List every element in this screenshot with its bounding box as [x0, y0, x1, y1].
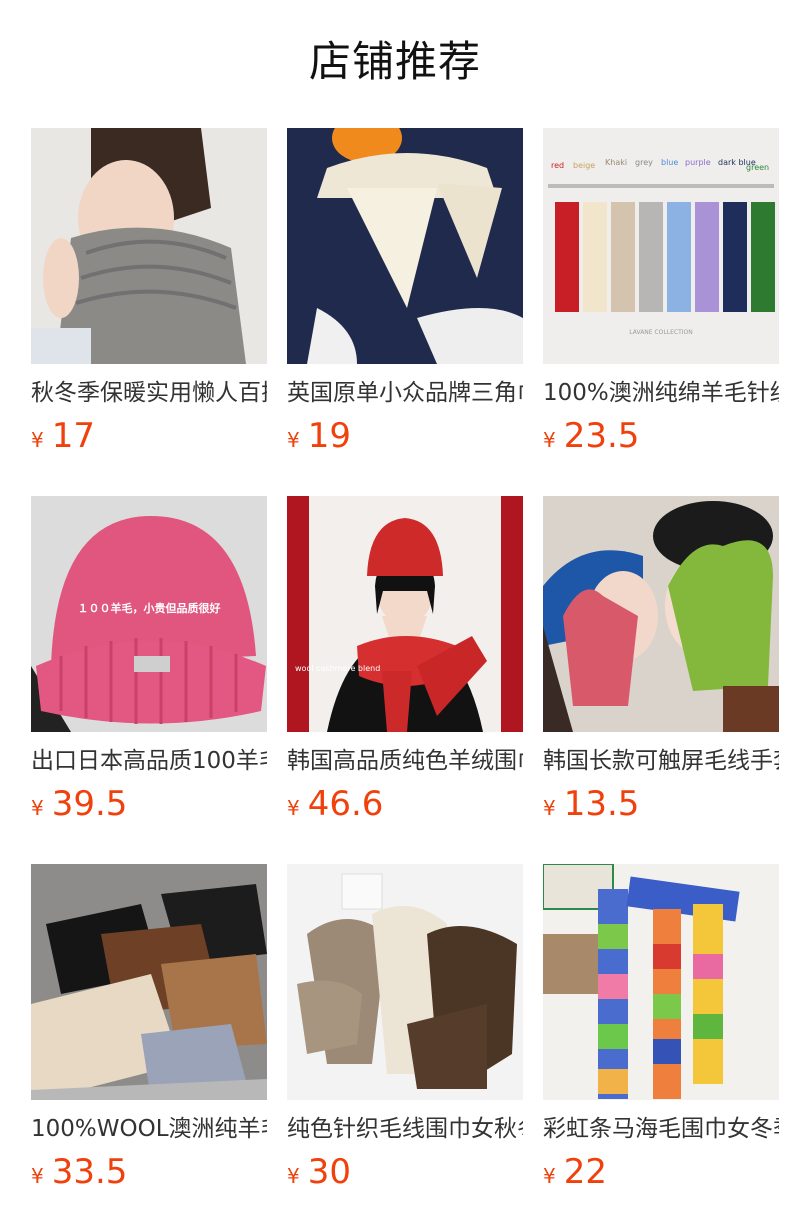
product-grid: 秋冬季保暖实用懒人百搭围脖 ¥ 17 英国原单小众品牌三角巾 ¥ 19	[0, 128, 790, 1232]
product-title[interactable]: 秋冬季保暖实用懒人百搭围脖	[31, 378, 267, 408]
svg-text:grey: grey	[635, 158, 653, 167]
product-card[interactable]: 韩国长款可触屏毛线手套 ¥ 13.5	[543, 496, 779, 864]
product-price: ¥ 33.5	[31, 1152, 267, 1192]
product-card[interactable]: 秋冬季保暖实用懒人百搭围脖 ¥ 17	[31, 128, 267, 496]
product-image[interactable]	[31, 128, 267, 364]
price-value: 46.6	[307, 784, 384, 824]
product-image[interactable]: red beige Khaki grey blue purple dark bl…	[543, 128, 779, 364]
price-value: 13.5	[563, 784, 640, 824]
price-value: 39.5	[51, 784, 128, 824]
product-price: ¥ 30	[287, 1152, 523, 1192]
product-title[interactable]: 100%澳洲纯绵羊毛针织围巾	[543, 378, 779, 408]
currency-symbol: ¥	[543, 428, 556, 452]
price-value: 22	[563, 1152, 607, 1192]
product-price: ¥ 13.5	[543, 784, 779, 824]
product-image[interactable]: wool cashmere blend	[287, 496, 523, 732]
product-title[interactable]: 韩国高品质纯色羊绒围巾	[287, 746, 523, 776]
product-title[interactable]: 彩虹条马海毛围巾女冬季	[543, 1114, 779, 1144]
product-image[interactable]	[543, 864, 779, 1100]
svg-text:purple: purple	[685, 158, 711, 167]
product-image[interactable]	[31, 864, 267, 1100]
price-value: 33.5	[51, 1152, 128, 1192]
svg-text:Khaki: Khaki	[605, 158, 627, 167]
price-value: 23.5	[563, 416, 640, 456]
currency-symbol: ¥	[543, 796, 556, 820]
svg-text:green: green	[746, 163, 769, 172]
currency-symbol: ¥	[543, 1164, 556, 1188]
product-card[interactable]: 纯色针织毛线围巾女秋冬 ¥ 30	[287, 864, 523, 1232]
product-image[interactable]: １００羊毛，小贵但品质很好	[31, 496, 267, 732]
product-image[interactable]	[543, 496, 779, 732]
svg-text:blue: blue	[661, 158, 678, 167]
currency-symbol: ¥	[31, 1164, 44, 1188]
svg-text:１００羊毛，小贵但品质很好: １００羊毛，小贵但品质很好	[78, 601, 221, 615]
product-title[interactable]: 纯色针织毛线围巾女秋冬	[287, 1114, 523, 1144]
product-card[interactable]: wool cashmere blend 韩国高品质纯色羊绒围巾 ¥ 46.6	[287, 496, 523, 864]
product-price: ¥ 22	[543, 1152, 779, 1192]
price-value: 19	[307, 416, 351, 456]
product-title[interactable]: 出口日本高品质100羊毛帽	[31, 746, 267, 776]
product-price: ¥ 23.5	[543, 416, 779, 456]
currency-symbol: ¥	[287, 428, 300, 452]
currency-symbol: ¥	[31, 428, 44, 452]
currency-symbol: ¥	[287, 1164, 300, 1188]
product-price: ¥ 19	[287, 416, 523, 456]
product-title[interactable]: 100%WOOL澳洲纯羊毛围巾	[31, 1114, 267, 1144]
product-image[interactable]	[287, 864, 523, 1100]
currency-symbol: ¥	[287, 796, 300, 820]
product-title[interactable]: 英国原单小众品牌三角巾	[287, 378, 523, 408]
price-value: 30	[307, 1152, 351, 1192]
product-image[interactable]	[287, 128, 523, 364]
svg-text:red: red	[551, 161, 564, 170]
currency-symbol: ¥	[31, 796, 44, 820]
svg-text:beige: beige	[573, 161, 595, 170]
product-price: ¥ 17	[31, 416, 267, 456]
page-title: 店铺推荐	[308, 36, 481, 86]
product-card[interactable]: red beige Khaki grey blue purple dark bl…	[543, 128, 779, 496]
svg-text:wool cashmere blend: wool cashmere blend	[295, 664, 380, 673]
section-header: 店铺推荐	[0, 0, 790, 128]
product-price: ¥ 39.5	[31, 784, 267, 824]
product-card[interactable]: １００羊毛，小贵但品质很好 出口日本高品质100羊毛帽 ¥ 39.5	[31, 496, 267, 864]
product-card[interactable]: 彩虹条马海毛围巾女冬季 ¥ 22	[543, 864, 779, 1232]
product-card[interactable]: 100%WOOL澳洲纯羊毛围巾 ¥ 33.5	[31, 864, 267, 1232]
svg-text:LAVANE COLLECTION: LAVANE COLLECTION	[629, 329, 692, 336]
product-price: ¥ 46.6	[287, 784, 523, 824]
product-card[interactable]: 英国原单小众品牌三角巾 ¥ 19	[287, 128, 523, 496]
product-title[interactable]: 韩国长款可触屏毛线手套	[543, 746, 779, 776]
price-value: 17	[51, 416, 95, 456]
